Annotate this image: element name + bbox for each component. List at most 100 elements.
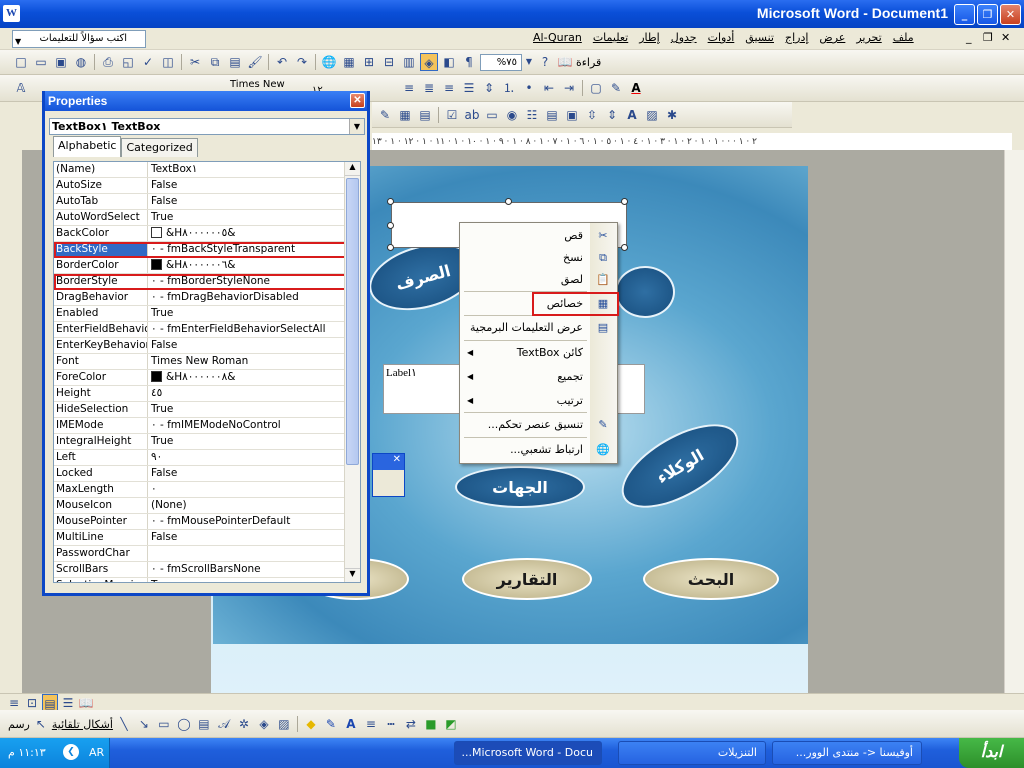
property-row[interactable]: BorderColor &H٨٠٠٠٠٠٠٦&: [54, 258, 360, 274]
oval-agents[interactable]: الوكلاء: [608, 407, 752, 525]
read-icon[interactable]: 📖: [556, 53, 574, 71]
properties-icon[interactable]: ▦: [396, 106, 414, 124]
close-button[interactable]: ✕: [1000, 4, 1021, 25]
chevron-down-icon[interactable]: ▼: [15, 34, 21, 50]
scroll-thumb[interactable]: [346, 178, 359, 465]
doc-minimize-button[interactable]: _: [966, 31, 972, 44]
property-value[interactable]: ٠ - fmIMEModeNoControl: [148, 418, 360, 433]
arrow-style-icon[interactable]: ⇄: [402, 715, 420, 733]
resize-handle[interactable]: [621, 244, 628, 251]
property-row[interactable]: MaxLength ٠: [54, 482, 360, 498]
wordart-icon[interactable]: 𝒜: [215, 715, 233, 733]
property-value[interactable]: ٠ - fmScrollBarsNone: [148, 562, 360, 577]
command-button-icon[interactable]: ▭: [483, 106, 501, 124]
toggle-button-icon[interactable]: ▣: [563, 106, 581, 124]
property-row[interactable]: ScrollBars ٠ - fmScrollBarsNone: [54, 562, 360, 578]
image-control-icon[interactable]: ▨: [643, 106, 661, 124]
decrease-indent-icon[interactable]: ⇤: [540, 79, 558, 97]
textbox-icon[interactable]: ▤: [195, 715, 213, 733]
oval-icon[interactable]: ◯: [175, 715, 193, 733]
task-word[interactable]: Microsoft Word - Docu...: [454, 741, 602, 765]
menu-al-quran[interactable]: Al-Quran: [533, 31, 582, 44]
vertical-scrollbar[interactable]: [1004, 150, 1024, 695]
resize-handle[interactable]: [505, 198, 512, 205]
doc-close-button[interactable]: ✕: [1001, 31, 1010, 44]
property-row[interactable]: Left ٩٠: [54, 450, 360, 466]
permission-icon[interactable]: ◍: [72, 53, 90, 71]
listbox-icon[interactable]: ☷: [523, 106, 541, 124]
new-document-icon[interactable]: □: [12, 53, 30, 71]
property-row[interactable]: BorderStyle ٠ - fmBorderStyleNone: [54, 274, 360, 290]
property-value[interactable]: ٠ - fmBackStyleTransparent▼: [148, 242, 360, 257]
menu-tools[interactable]: أدوات: [708, 31, 735, 44]
menu-file[interactable]: ملف: [893, 31, 914, 44]
paste-icon[interactable]: ▤: [226, 53, 244, 71]
property-row[interactable]: EnterFieldBehavior ٠ - fmEnterFieldBehavi…: [54, 322, 360, 338]
property-row[interactable]: SelectionMarginTrue: [54, 578, 360, 582]
oval-search[interactable]: البحث: [643, 558, 779, 600]
property-value[interactable]: ٠ - fmEnterFieldBehaviorSelectAll: [148, 322, 360, 337]
align-left-icon[interactable]: ≡: [440, 79, 458, 97]
property-value[interactable]: False: [148, 530, 360, 545]
columns-icon[interactable]: ▥: [400, 53, 418, 71]
property-value[interactable]: False: [148, 338, 360, 353]
dash-style-icon[interactable]: ┅: [382, 715, 400, 733]
property-value[interactable]: True: [148, 306, 360, 321]
draw-font-color-icon[interactable]: A: [342, 715, 360, 733]
floating-toolbar-fragment[interactable]: ✕: [372, 453, 405, 497]
ask-question-input[interactable]: اكتب سؤالاً للتعليمات ▼: [12, 30, 146, 48]
menu-insert[interactable]: إدراج: [785, 31, 808, 44]
oval-reports[interactable]: التقارير: [462, 558, 592, 600]
property-row[interactable]: ForeColor &H٨٠٠٠٠٠٠٨&: [54, 370, 360, 386]
outside-border-icon[interactable]: ▢: [587, 79, 605, 97]
resize-handle[interactable]: [387, 222, 394, 229]
resize-handle[interactable]: [387, 244, 394, 251]
close-icon[interactable]: ✕: [373, 454, 404, 470]
view-code-icon[interactable]: ▤: [416, 106, 434, 124]
hyperlink-icon[interactable]: 🌐: [320, 53, 338, 71]
property-value[interactable]: TextBox١: [148, 162, 360, 177]
vertical-ruler[interactable]: [0, 150, 22, 695]
context-cut[interactable]: ✂ قص: [460, 225, 617, 247]
context-paste[interactable]: 📋 لصق: [460, 269, 617, 291]
horizontal-ruler[interactable]: ٢ · ١ · · · ١ · ١ · ٢ · ١ · ٣ · ١ · ٤ · …: [372, 133, 1012, 151]
print-preview-icon[interactable]: ◱: [119, 53, 137, 71]
property-row[interactable]: HideSelection True: [54, 402, 360, 418]
property-row[interactable]: (Name) TextBox١: [54, 162, 360, 178]
property-value[interactable]: ٠: [148, 482, 360, 497]
minimize-button[interactable]: _: [954, 4, 975, 25]
line-color-icon[interactable]: ✎: [322, 715, 340, 733]
scroll-down-icon[interactable]: ▼: [345, 568, 360, 582]
font-color-icon[interactable]: A: [627, 79, 645, 97]
print-icon[interactable]: ⎙: [99, 53, 117, 71]
scroll-up-icon[interactable]: ▲: [345, 162, 360, 176]
property-row[interactable]: MultiLine False: [54, 530, 360, 546]
option-button-icon[interactable]: ◉: [503, 106, 521, 124]
menu-format[interactable]: تنسيق: [745, 31, 774, 44]
more-controls-icon[interactable]: ✱: [663, 106, 681, 124]
select-objects-icon[interactable]: ↖: [32, 715, 50, 733]
3d-icon[interactable]: ◩: [442, 715, 460, 733]
bullets-icon[interactable]: •: [520, 79, 538, 97]
clock[interactable]: ١١:١٣ م: [8, 746, 46, 759]
undo-icon[interactable]: ↶: [273, 53, 291, 71]
property-row[interactable]: Height ٤٥: [54, 386, 360, 402]
tab-categorized[interactable]: Categorized: [121, 138, 198, 157]
save-icon[interactable]: ▣: [52, 53, 70, 71]
context-group[interactable]: تجميع ◀: [460, 366, 617, 388]
property-value[interactable]: &H٨٠٠٠٠٠٠٨&: [148, 370, 360, 385]
context-format-control[interactable]: ✎ تنسيق عنصر تحكم...: [460, 414, 617, 436]
language-indicator[interactable]: AR: [89, 746, 104, 759]
spelling-icon[interactable]: ✓: [139, 53, 157, 71]
maximize-button[interactable]: ❐: [977, 4, 998, 25]
horizontal-scrollbar[interactable]: ≡ ⊡ ▤ ☰ 📖: [0, 693, 1024, 712]
context-view-code[interactable]: ▤ عرض التعليمات البرمجية: [460, 317, 617, 339]
property-row[interactable]: PasswordChar: [54, 546, 360, 562]
chevron-down-icon[interactable]: ▼: [524, 53, 534, 71]
task-firefox[interactable]: أوفيسنا <- منتدى الوور...: [772, 741, 922, 765]
property-value[interactable]: [148, 546, 360, 561]
document-map-icon[interactable]: ◧: [440, 53, 458, 71]
property-value[interactable]: ٤٥: [148, 386, 360, 401]
clipart-icon[interactable]: ◈: [255, 715, 273, 733]
checkbox-control-icon[interactable]: ☑: [443, 106, 461, 124]
